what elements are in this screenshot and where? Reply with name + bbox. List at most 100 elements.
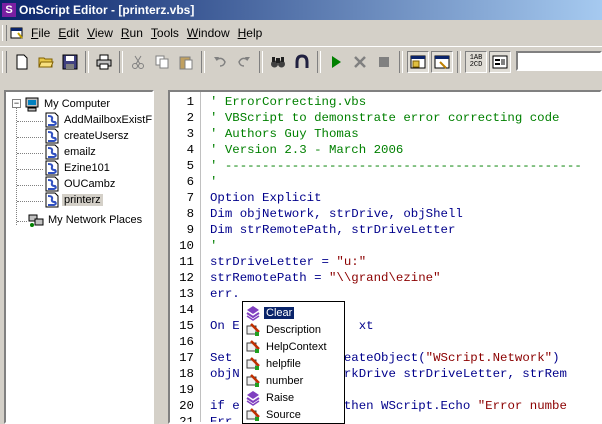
stop-icon[interactable]: [349, 51, 371, 73]
line-number: 21: [179, 415, 194, 424]
undo-icon[interactable]: [209, 51, 231, 73]
autocomplete-label: helpfile: [266, 357, 301, 370]
copy-icon[interactable]: [151, 51, 173, 73]
code-view-icon[interactable]: [431, 51, 453, 73]
code-line[interactable]: ': [210, 174, 217, 190]
method-icon: [246, 390, 260, 406]
save-icon[interactable]: [59, 51, 81, 73]
code-line[interactable]: Dim objNetwork, strDrive, objShell: [210, 206, 463, 222]
line-number: 15: [179, 319, 194, 333]
vbscript-file-icon: [45, 128, 59, 144]
line-number: 20: [179, 399, 194, 413]
autocomplete-label: Description: [266, 323, 322, 336]
code-token: Option Explicit: [210, 191, 322, 205]
code-line[interactable]: Err.: [210, 414, 240, 424]
autocomplete-item[interactable]: Raise: [245, 389, 296, 406]
replace-icon[interactable]: [291, 51, 313, 73]
code-token: ' Authors Guy Thomas: [210, 127, 359, 141]
autocomplete-item[interactable]: helpfile: [245, 355, 303, 372]
code-editor[interactable]: 1 2 3 4 5 6 7 8 9 10 11 12 13 14 15 16 17 18 19 20 21 ' Erro…: [168, 90, 602, 424]
network-places-icon: [28, 214, 44, 227]
tree-item-script[interactable]: createUsersz: [44, 128, 131, 144]
code-line[interactable]: ' Authors Guy Thomas: [210, 126, 359, 142]
code-token: Dim objNetwork, strDrive, objShell: [210, 207, 463, 221]
code-token: ' ErrorCorrecting.vbs: [210, 95, 367, 109]
tree-item-script[interactable]: Ezine101: [44, 160, 112, 176]
code-token: err.: [210, 287, 240, 301]
method-icon: [246, 305, 260, 321]
tree-label: emailz: [64, 146, 96, 158]
pause-icon[interactable]: [373, 51, 395, 73]
line-number: 18: [179, 367, 194, 381]
redo-icon[interactable]: [233, 51, 255, 73]
code-token: 0 then WScript.Echo: [328, 399, 478, 413]
code-line[interactable]: ' VBScript to demonstrate error correcti…: [210, 110, 559, 126]
tree-item-script[interactable]: printerz: [44, 192, 103, 208]
autocomplete-label: HelpContext: [266, 340, 327, 353]
code-token: strDriveLetter =: [210, 255, 337, 269]
autocomplete-item[interactable]: HelpContext: [245, 338, 329, 355]
autocomplete-item[interactable]: number: [245, 372, 305, 389]
autocomplete-label: number: [266, 374, 304, 387]
code-token: "\\grand\ezine": [328, 271, 441, 285]
code-line[interactable]: ': [210, 238, 217, 254]
toolbar-grip: [2, 51, 7, 73]
line-number: 7: [186, 191, 194, 205]
vbscript-file-icon: [45, 176, 59, 192]
vbscript-file-icon: [45, 192, 59, 208]
vbscript-file-icon: [45, 112, 59, 128]
autocomplete-popup[interactable]: Clear Description HelpContext helpfile numbe…: [242, 301, 345, 424]
code-line[interactable]: strRemotePath = "\\grand\ezine": [210, 270, 441, 286]
line-number: 1: [186, 95, 194, 109]
project-tree[interactable]: − My Computer AddMailboxExistF createUser…: [4, 90, 154, 424]
open-folder-icon[interactable]: [35, 51, 57, 73]
window-view-icon[interactable]: [407, 51, 429, 73]
code-token: xt: [358, 319, 374, 333]
collapse-expander-icon[interactable]: −: [12, 99, 21, 108]
menu-bar: File Edit View Run Tools Window Help: [0, 23, 602, 43]
properties-icon[interactable]: [489, 51, 511, 73]
app-logo-icon: S: [2, 3, 16, 17]
code-line[interactable]: Dim strRemotePath, strDriveLetter: [210, 222, 455, 238]
line-number: 2: [186, 111, 194, 125]
code-token: Err.: [210, 415, 240, 424]
tree-item-network-places[interactable]: My Network Places: [28, 212, 144, 228]
print-icon[interactable]: [93, 51, 115, 73]
code-token: "u:": [336, 255, 367, 269]
autocomplete-item[interactable]: Source: [245, 406, 303, 423]
tree-item-script[interactable]: OUCambz: [44, 176, 117, 192]
new-file-icon[interactable]: [11, 51, 33, 73]
tree-item-script[interactable]: emailz: [44, 144, 98, 160]
find-icon[interactable]: [267, 51, 289, 73]
autocomplete-item[interactable]: Clear: [245, 304, 295, 321]
menu-window[interactable]: Window: [183, 24, 234, 42]
run-icon[interactable]: [325, 51, 347, 73]
tree-item-my-computer[interactable]: My Computer: [24, 96, 112, 112]
paste-icon[interactable]: [175, 51, 197, 73]
document-window-icon[interactable]: [10, 26, 24, 40]
line-number: 3: [186, 127, 194, 141]
tree-item-script[interactable]: AddMailboxExistF: [44, 112, 153, 128]
menu-tools[interactable]: Tools: [147, 24, 183, 42]
cut-icon[interactable]: [127, 51, 149, 73]
line-numbers-icon[interactable]: 1AB 2CD: [465, 51, 487, 73]
menu-edit[interactable]: Edit: [54, 24, 83, 42]
property-icon: [246, 339, 260, 353]
autocomplete-item[interactable]: Description: [245, 321, 323, 338]
menu-file[interactable]: File: [27, 24, 54, 42]
code-line[interactable]: strDriveLetter = "u:": [210, 254, 366, 270]
code-line[interactable]: ' ErrorCorrecting.vbs: [210, 94, 366, 110]
line-number: 19: [179, 383, 194, 397]
code-line[interactable]: ' Version 2.3 - March 2006: [210, 142, 403, 158]
toolbar-combo-input[interactable]: [516, 51, 602, 71]
code-line[interactable]: ' --------------------------------------…: [210, 158, 582, 174]
code-line[interactable]: Option Explicit: [210, 190, 322, 206]
property-icon: [246, 322, 260, 336]
code-line[interactable]: err.: [210, 286, 240, 302]
menu-run[interactable]: Run: [117, 24, 147, 42]
panel-splitter[interactable]: [154, 90, 168, 424]
tree-label: AddMailboxExistF: [64, 114, 153, 126]
menu-view[interactable]: View: [83, 24, 117, 42]
line-number: 6: [186, 175, 194, 189]
menu-help[interactable]: Help: [234, 24, 267, 42]
